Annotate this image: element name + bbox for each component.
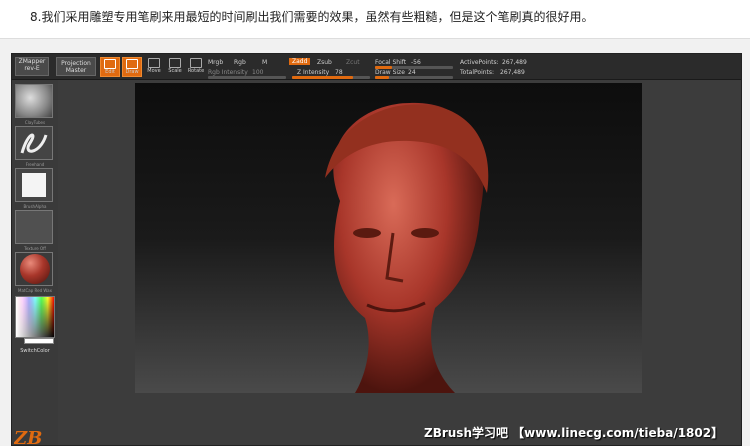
rotate-tool-button[interactable]: Rotate	[186, 57, 206, 77]
texture-label: Texture Off	[24, 246, 46, 251]
top-toolbar: ZMapper rev-E Projection Master Edit Dra…	[12, 54, 741, 80]
zsub-toggle[interactable]: Zsub	[317, 59, 332, 66]
move-icon	[148, 58, 160, 68]
sculpt-head-model	[325, 102, 489, 394]
viewport-canvas[interactable]	[135, 83, 642, 394]
edit-tool-label: Edit	[105, 69, 115, 75]
focal-shift-value: -56	[411, 59, 421, 66]
material-label: MatCap Red Wax	[18, 288, 52, 293]
draw-size-slider[interactable]	[375, 76, 453, 79]
stroke-label: Freehand	[25, 162, 45, 167]
brush-thumb-claytubes[interactable]	[15, 84, 53, 118]
move-tool-button[interactable]: Move	[144, 57, 164, 77]
zbrush-logo-icon: ZB	[14, 430, 43, 446]
freehand-stroke-icon	[20, 133, 48, 154]
z-intensity-label: Z Intensity	[297, 69, 330, 76]
z-intensity-value: 78	[335, 69, 343, 76]
switch-color-button[interactable]: SwitchColor	[12, 348, 58, 354]
active-points-label: ActivePoints:	[460, 59, 499, 66]
edit-icon	[104, 59, 116, 69]
zmapper-button[interactable]: ZMapper rev-E	[15, 57, 49, 76]
material-thumb[interactable]	[15, 252, 53, 286]
zmapper-sub-label: rev-E	[24, 65, 40, 72]
draw-tool-label: Draw	[125, 69, 139, 75]
total-points-value: 267,489	[500, 69, 525, 76]
left-shelf: ClayTubes Freehand BrushAlpha Texture Of…	[12, 80, 58, 445]
texture-thumb[interactable]	[15, 210, 53, 244]
alpha-thumb[interactable]	[15, 168, 53, 202]
rgb-intensity-slider[interactable]	[208, 76, 286, 79]
m-toggle[interactable]: M	[262, 59, 267, 66]
draw-tool-button[interactable]: Draw	[122, 57, 142, 77]
zadd-toggle[interactable]: Zadd	[289, 58, 311, 65]
step-caption: 8.我们采用雕塑专用笔刷来用最短的时间刷出我们需要的效果，虽然有些粗糙，但是这个…	[30, 10, 594, 24]
zcut-toggle[interactable]: Zcut	[346, 59, 360, 66]
alpha-label: BrushAlpha	[23, 204, 47, 209]
stroke-thumb-freehand[interactable]	[15, 126, 53, 160]
rgb-intensity-value: 100	[252, 69, 264, 76]
rgb-intensity-label: Rgb Intensity	[208, 69, 248, 76]
projection-master-button[interactable]: Projection Master	[56, 57, 96, 76]
total-points-label: TotalPoints:	[460, 69, 495, 76]
rgb-toggle[interactable]: Rgb	[234, 59, 246, 66]
mrgb-toggle[interactable]: Mrgb	[208, 59, 223, 66]
draw-size-label: Draw Size	[375, 69, 405, 76]
z-intensity-slider[interactable]	[292, 76, 370, 79]
projection-master-label: Projection Master	[61, 60, 91, 74]
zmapper-label: ZMapper	[18, 58, 46, 65]
rotate-tool-label: Rotate	[187, 68, 205, 74]
brush-label: ClayTubes	[24, 120, 46, 125]
scale-tool-label: Scale	[168, 68, 182, 74]
draw-icon	[126, 59, 138, 69]
draw-size-value: 24	[408, 69, 416, 76]
focal-shift-label: Focal Shift	[375, 59, 407, 66]
scale-tool-button[interactable]: Scale	[165, 57, 185, 77]
site-watermark: ZBrush学习吧 【www.linecg.com/tieba/1802】	[424, 426, 724, 440]
scale-icon	[169, 58, 181, 68]
alpha-icon	[22, 173, 46, 197]
rotate-icon	[190, 58, 202, 68]
active-points-value: 267,489	[502, 59, 527, 66]
move-tool-label: Move	[147, 68, 161, 74]
color-picker[interactable]	[15, 296, 55, 338]
material-sphere-icon	[20, 254, 50, 284]
edit-tool-button[interactable]: Edit	[100, 57, 120, 77]
secondary-color-swatch[interactable]	[24, 338, 54, 344]
